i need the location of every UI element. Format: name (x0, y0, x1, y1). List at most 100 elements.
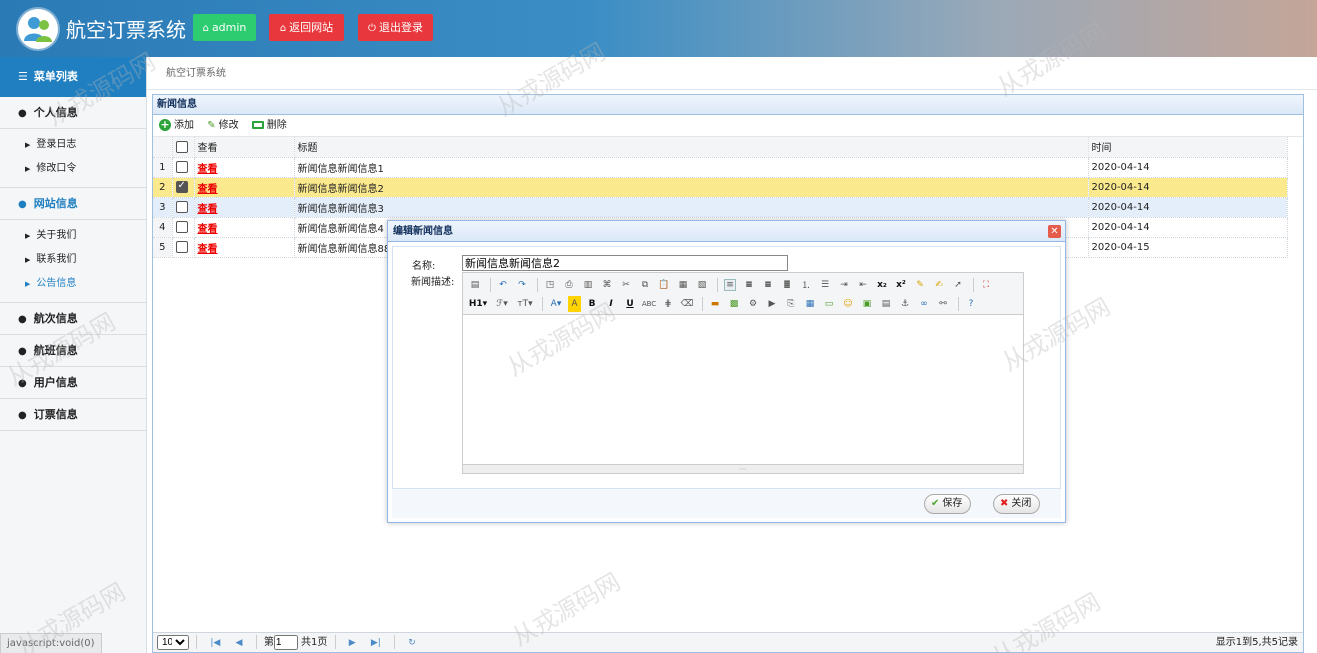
sidebar-item-login-log[interactable]: ▶ 登录日志 (0, 133, 146, 157)
strikethrough-icon[interactable]: ABC (641, 296, 657, 312)
source-icon[interactable]: ▤ (467, 277, 483, 293)
editor-resize-handle[interactable]: ⋯ (463, 464, 1023, 473)
sidebar-item-label: 修改口令 (36, 163, 77, 174)
sidebar-item-about[interactable]: ▶ 关于我们 (0, 224, 146, 248)
paste-text-icon[interactable]: ▦ (675, 277, 691, 293)
title-column-header[interactable]: 标题 (294, 137, 1089, 158)
table-row[interactable]: 2 查看 新闻信息新闻信息2 2020-04-14 (153, 177, 1288, 198)
prev-page-icon[interactable]: ◀ (236, 633, 243, 653)
code-icon[interactable]: ⌘ (599, 277, 615, 293)
font-color-icon[interactable]: A▾ (547, 296, 565, 312)
multi-image-icon[interactable]: ▩ (726, 296, 742, 312)
print-icon[interactable]: ⎙ (561, 277, 577, 293)
next-page-icon[interactable]: ▶ (349, 633, 356, 653)
flash-icon[interactable]: ⚙ (745, 296, 761, 312)
preview-icon[interactable]: ◳ (542, 277, 558, 293)
copy-icon[interactable]: ⧉ (637, 277, 653, 293)
admin-button[interactable]: ⌂ admin (193, 14, 256, 41)
emoticon-icon[interactable]: ☺ (840, 296, 856, 312)
quickformat-icon[interactable]: ✍ (931, 277, 947, 293)
table-icon[interactable]: ▦ (802, 296, 818, 312)
select-all-icon[interactable]: ➚ (950, 277, 966, 293)
media-icon[interactable]: ▶ (764, 296, 780, 312)
editor-content-area[interactable] (463, 315, 1023, 465)
delete-button[interactable]: 删除 (251, 115, 287, 137)
clear-format-icon[interactable]: ✎ (912, 277, 928, 293)
indent-icon[interactable]: ⇥ (836, 277, 852, 293)
row-checkbox[interactable] (175, 161, 188, 173)
table-row[interactable]: 1 查看 新闻信息新闻信息1 2020-04-14 (153, 157, 1288, 178)
template-icon[interactable]: ▥ (580, 277, 596, 293)
font-size-icon[interactable]: ᴛT▾ (515, 296, 535, 312)
close-icon[interactable]: ✕ (1048, 225, 1061, 238)
fullscreen-icon[interactable]: ⛶ (978, 277, 994, 293)
superscript-icon[interactable]: x² (893, 277, 909, 293)
name-field[interactable] (462, 255, 788, 271)
image-icon[interactable]: ▬ (707, 296, 723, 312)
align-right-icon[interactable]: ≡ (760, 277, 776, 293)
italic-icon[interactable]: I (603, 296, 619, 312)
sidebar-item-change-password[interactable]: ▶ 修改口令 (0, 157, 146, 181)
sidebar-item-contact[interactable]: ▶ 联系我们 (0, 248, 146, 272)
edit-button[interactable]: ✎ 修改 (207, 115, 238, 137)
page-number-input[interactable] (273, 635, 298, 650)
sidebar-group-booking[interactable]: ● 订票信息 (0, 399, 146, 431)
attachment-icon[interactable]: ⎘ (783, 296, 799, 312)
help-icon[interactable]: ? (963, 296, 979, 312)
row-checkbox[interactable] (175, 241, 188, 253)
subscript-icon[interactable]: x₂ (874, 277, 890, 293)
heading-icon[interactable]: H1▾ (467, 296, 489, 312)
bold-icon[interactable]: B (584, 296, 600, 312)
line-height-icon[interactable]: ⋕ (660, 296, 676, 312)
unlink-icon[interactable]: ⚯ (935, 296, 951, 312)
first-page-icon[interactable]: |◀ (210, 633, 220, 653)
anchor-icon[interactable]: ⚓ (897, 296, 913, 312)
last-page-icon[interactable]: ▶| (371, 633, 381, 653)
eraser-icon[interactable]: ⌫ (679, 296, 695, 312)
add-button[interactable]: + 添加 (159, 115, 194, 137)
sidebar-group-users[interactable]: ● 用户信息 (0, 367, 146, 399)
justify-icon[interactable]: ≣ (779, 277, 795, 293)
sidebar-group-voyage[interactable]: ● 航次信息 (0, 303, 146, 335)
view-link[interactable]: 查看 (198, 204, 218, 215)
align-center-icon[interactable]: ≡ (741, 277, 757, 293)
underline-icon[interactable]: U (622, 296, 638, 312)
view-link[interactable]: 查看 (198, 224, 218, 235)
unordered-list-icon[interactable]: ☰ (817, 277, 833, 293)
paste-icon[interactable]: 📋 (656, 277, 672, 293)
refresh-icon[interactable]: ↻ (408, 633, 416, 653)
select-all-checkbox[interactable] (175, 140, 188, 153)
sidebar-group-site[interactable]: ● 网站信息 (0, 188, 146, 220)
undo-icon[interactable]: ↶ (495, 277, 511, 293)
pagebreak-icon[interactable]: ▤ (878, 296, 894, 312)
logout-button[interactable]: ⏻ 退出登录 (358, 14, 433, 41)
highlight-icon[interactable]: A (568, 295, 581, 312)
view-link[interactable]: 查看 (198, 184, 218, 195)
paste-word-icon[interactable]: ▧ (694, 277, 710, 293)
outdent-icon[interactable]: ⇤ (855, 277, 871, 293)
link-icon[interactable]: ∞ (916, 296, 932, 312)
time-column-header[interactable]: 时间 (1088, 137, 1288, 158)
return-site-button[interactable]: ⌂ 返回网站 (269, 14, 344, 41)
redo-icon[interactable]: ↷ (514, 277, 530, 293)
row-checkbox[interactable] (175, 221, 188, 233)
map-icon[interactable]: ▣ (859, 296, 875, 312)
row-checkbox[interactable] (175, 201, 188, 213)
font-family-icon[interactable]: ℱ▾ (492, 296, 512, 312)
hr-icon[interactable]: ▭ (821, 296, 837, 312)
view-link[interactable]: 查看 (198, 164, 218, 175)
sidebar-group-personal[interactable]: ● 个人信息 (0, 97, 146, 129)
sidebar-item-notice[interactable]: ▶ 公告信息 (0, 272, 146, 296)
sidebar-group-flight[interactable]: ● 航班信息 (0, 335, 146, 367)
row-checkbox[interactable] (175, 180, 188, 193)
close-button[interactable]: ✖ 关闭 (993, 494, 1041, 514)
save-button[interactable]: ✔ 保存 (924, 494, 972, 514)
align-left-icon[interactable]: ≡ (724, 278, 736, 291)
view-link[interactable]: 查看 (198, 244, 218, 255)
cut-icon[interactable]: ✂ (618, 277, 634, 293)
view-column-header[interactable]: 查看 (194, 137, 295, 158)
table-row[interactable]: 3 查看 新闻信息新闻信息3 2020-04-14 (153, 197, 1288, 218)
page-size-select[interactable]: 10 (157, 635, 189, 650)
sidebar-submenu-site: ▶ 关于我们 ▶ 联系我们 ▶ 公告信息 (0, 220, 146, 303)
ordered-list-icon[interactable]: ⒈ (798, 277, 814, 293)
